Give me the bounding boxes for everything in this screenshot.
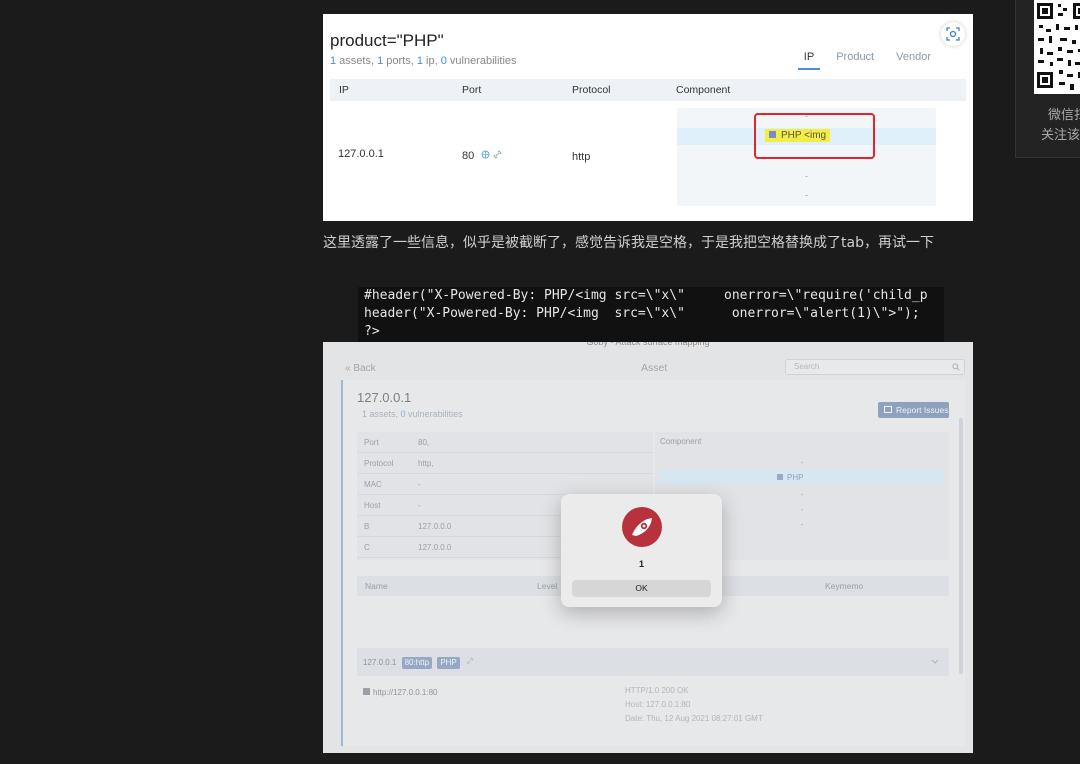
response-line: Date: Thu, 12 Aug 2021 08:27:01 GMT bbox=[625, 714, 763, 723]
info-value: 127.0.0.0 bbox=[418, 543, 452, 552]
article-paragraph: 这里透露了一些信息，似乎是被截断了，感觉告诉我是空格，于是我把空格替换成了tab… bbox=[323, 235, 934, 251]
search-icon bbox=[952, 363, 960, 371]
follow-text: 关注该 bbox=[1041, 128, 1080, 143]
product-search-screenshot: product="PHP" 1 assets, 1 ports, 1 ip, 0… bbox=[323, 14, 973, 221]
result-summary: 1 assets, 1 ports, 1 ip, 0 vulnerabiliti… bbox=[330, 55, 517, 67]
info-row: MAC - bbox=[357, 474, 653, 495]
code-line: header("X-Powered-By: PHP/<img src=\"x\"… bbox=[364, 306, 920, 321]
port-tag[interactable]: 80:http bbox=[401, 657, 433, 669]
query-title: product="PHP" bbox=[330, 31, 444, 50]
info-row: Protocol http, bbox=[357, 453, 653, 474]
row-port: 80 bbox=[462, 150, 503, 162]
component-empty: - bbox=[800, 458, 804, 467]
link-icon[interactable] bbox=[466, 657, 474, 665]
service-ip-text: 127.0.0.1 bbox=[363, 658, 397, 667]
row-port-value[interactable]: 80 bbox=[462, 150, 474, 162]
vuln-label: vulnerabilities bbox=[405, 409, 463, 419]
tab-vendor[interactable]: Vendor bbox=[896, 51, 931, 63]
info-row: Port 80, bbox=[357, 432, 653, 453]
component-icon bbox=[777, 474, 783, 480]
goby-asset-screenshot: Goby - Attack surface mapping « Back Ass… bbox=[323, 342, 973, 753]
asset-summary: 1 assets, 0 vulnerabilities bbox=[362, 409, 463, 419]
globe-icon[interactable] bbox=[481, 150, 490, 159]
component-header: Component bbox=[660, 437, 702, 446]
component-empty: - bbox=[805, 171, 808, 181]
search-placeholder: Search bbox=[794, 362, 820, 371]
ports-label: ports, bbox=[383, 55, 417, 67]
vuln-label: vulnerabilities bbox=[446, 55, 517, 67]
alert-message: 1 bbox=[638, 559, 644, 569]
service-row[interactable]: 127.0.0.1 80:http PHP bbox=[357, 648, 949, 676]
col-protocol: Protocol bbox=[572, 84, 611, 96]
search-input[interactable]: Search bbox=[785, 359, 965, 375]
response-line: Host: 127.0.0.1:80 bbox=[625, 700, 691, 709]
component-empty: - bbox=[805, 190, 808, 200]
info-key: MAC bbox=[364, 480, 382, 489]
assets-label: assets, bbox=[336, 55, 378, 67]
info-value: - bbox=[418, 501, 421, 510]
back-button[interactable]: « Back bbox=[345, 363, 376, 374]
wechat-scan-text: 微信扫 bbox=[1048, 108, 1080, 123]
col-level: Level bbox=[537, 581, 558, 591]
view-tabs: IP Product Vendor bbox=[797, 51, 931, 70]
info-key: Host bbox=[364, 501, 381, 510]
asset-host: 127.0.0.1 bbox=[357, 390, 412, 405]
qr-code-icon bbox=[1034, 0, 1080, 94]
product-tag[interactable]: PHP bbox=[437, 657, 460, 669]
row-protocol: http bbox=[572, 151, 591, 163]
info-value: http, bbox=[418, 459, 434, 468]
report-issues-button[interactable]: Report Issues bbox=[878, 402, 949, 418]
ok-button[interactable]: OK bbox=[572, 580, 711, 597]
info-value: 80, bbox=[418, 438, 430, 447]
col-ip: IP bbox=[339, 84, 349, 96]
scan-button[interactable] bbox=[941, 22, 965, 46]
response-line: HTTP/1.0 200 OK bbox=[625, 686, 689, 695]
scan-icon bbox=[946, 27, 960, 41]
col-keymemo: Keymemo bbox=[825, 581, 864, 591]
col-name: Name bbox=[365, 581, 388, 591]
qr-sidebar: 微信扫 关注该 bbox=[1015, 0, 1080, 158]
report-icon bbox=[884, 406, 892, 413]
url-text: http://127.0.0.1:80 bbox=[373, 688, 438, 697]
red-highlight-box bbox=[754, 113, 875, 159]
info-key: B bbox=[364, 522, 370, 531]
info-value: - bbox=[418, 480, 421, 489]
goby-logo-icon bbox=[622, 507, 662, 547]
info-key: Port bbox=[364, 438, 379, 447]
code-line: #header("X-Powered-By: PHP/<img src=\"x\… bbox=[364, 288, 928, 303]
service-ip: 127.0.0.1 80:http PHP bbox=[363, 657, 474, 669]
info-key: Protocol bbox=[364, 459, 394, 468]
row-ip[interactable]: 127.0.0.1 bbox=[338, 148, 384, 160]
tab-ip[interactable]: IP bbox=[797, 51, 821, 70]
scrollbar[interactable] bbox=[959, 418, 963, 674]
assets-label: assets, bbox=[367, 409, 401, 419]
page-title: Asset bbox=[641, 362, 668, 374]
code-block: #header("X-Powered-By: PHP/<img src=\"x\… bbox=[358, 287, 944, 342]
component-tag-text: PHP bbox=[787, 473, 804, 482]
code-line: ?> bbox=[364, 324, 380, 339]
tab-product[interactable]: Product bbox=[836, 51, 874, 63]
url-icon bbox=[363, 688, 370, 695]
alert-dialog: 1 OK bbox=[561, 494, 722, 607]
col-port: Port bbox=[462, 84, 482, 96]
window-title: Goby - Attack surface mapping bbox=[586, 342, 710, 347]
table-header: IP Port Protocol Component bbox=[330, 79, 966, 101]
chevron-down-icon[interactable] bbox=[931, 659, 939, 665]
info-value: 127.0.0.0 bbox=[418, 522, 452, 531]
link-icon[interactable] bbox=[493, 150, 503, 159]
col-component: Component bbox=[676, 84, 731, 96]
info-key: C bbox=[364, 543, 370, 552]
component-tag-php[interactable]: PHP bbox=[777, 473, 803, 482]
service-url[interactable]: http://127.0.0.1:80 bbox=[363, 688, 438, 697]
report-issues-label: Report Issues bbox=[896, 405, 949, 415]
ip-label: ip, bbox=[422, 55, 441, 67]
